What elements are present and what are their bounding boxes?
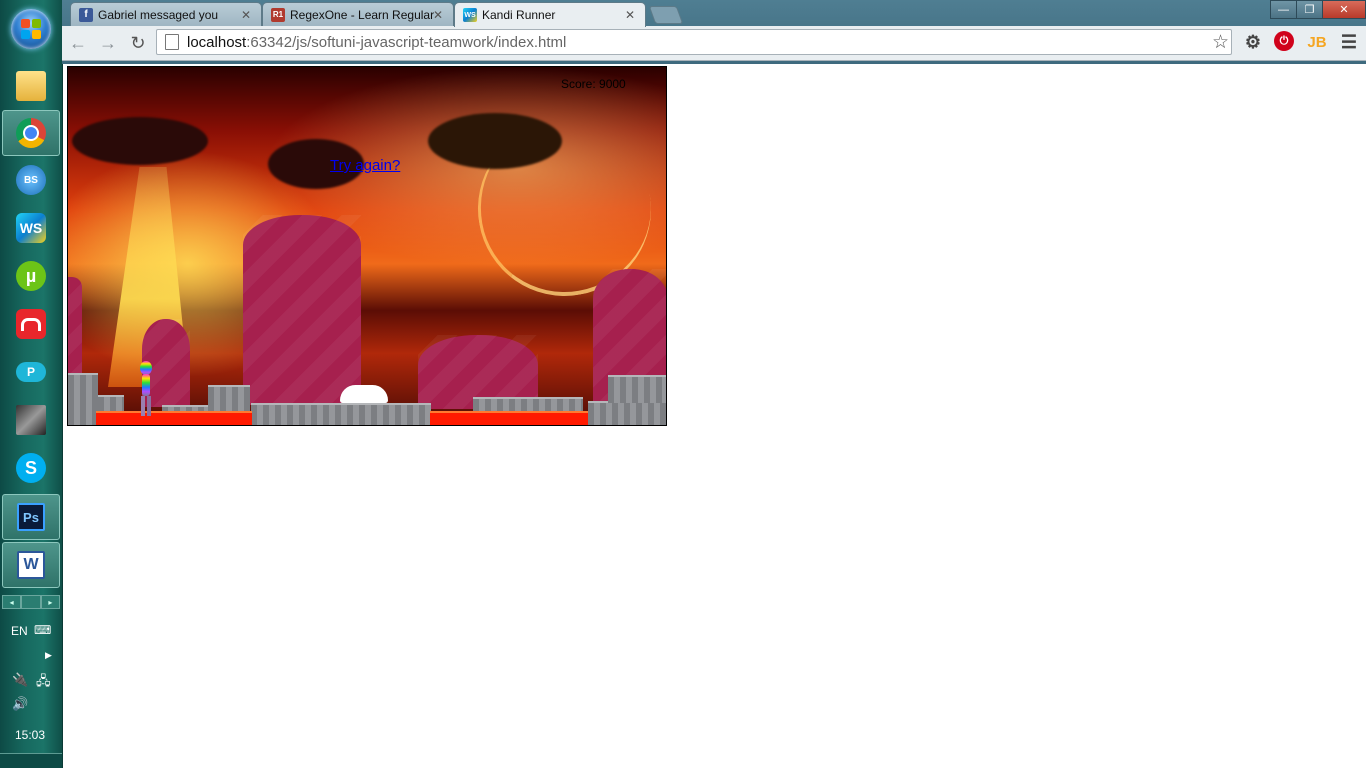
ground-platform [251,403,431,425]
back-arrow-icon[interactable]: ← [66,31,90,55]
tab-title: Kandi Runner [482,8,556,22]
start-button[interactable] [11,9,51,49]
tab-title: RegexOne - Learn Regular [290,7,435,22]
taskbar-app-red[interactable] [2,302,60,346]
taskbar-webstorm[interactable]: WS [2,206,60,250]
browser-window: f Gabriel messaged you ✕ R1 RegexOne - L… [62,0,1366,64]
ground-platform [588,401,666,425]
utorrent-icon: µ [16,261,46,291]
network-icon[interactable]: 🖧 [36,672,51,694]
bs-icon: BS [16,165,46,195]
minimize-button[interactable]: — [1270,0,1297,19]
show-hidden-icons-icon[interactable]: ▶ [45,650,52,661]
webstorm-icon: WS [463,8,477,22]
ground-platform [608,375,666,403]
dark-cloud [428,113,562,169]
lava-pool [430,411,588,425]
volume-icon[interactable]: 🔊 [12,696,28,712]
language-indicator[interactable]: EN [11,624,28,638]
keyboard-icon[interactable]: ⌨ [34,623,51,637]
taskbar-app-bs[interactable]: BS [2,158,60,202]
try-again-link[interactable]: Try again? [330,157,400,174]
facebook-icon: f [79,7,93,22]
game-canvas[interactable]: Score: 9000 Try again? [67,66,667,426]
folder-icon [16,71,46,101]
windows-taskbar: BS WS µ P S Ps W ◂ ▸ EN ⌨ ▶ 🔌 🖧 🔊 15:03 [0,0,63,768]
taskbar-google-chrome[interactable] [2,110,60,156]
chrome-icon [16,118,46,148]
page-icon [165,34,179,50]
power-icon[interactable]: 🔌 [12,672,28,688]
tab-kandi-runner[interactable]: WS Kandi Runner ✕ [454,2,646,27]
tab-title: Gabriel messaged you [98,7,219,22]
url-host: localhost [187,33,247,51]
clock[interactable]: 15:03 [15,728,45,742]
reload-icon[interactable]: ↻ [126,31,150,55]
score-label: Score: 9000 [561,77,626,91]
scroll-thumb[interactable] [21,595,41,609]
runner-character [140,361,152,416]
browser-toolbar: ← → ↻ localhost:63342/js/softuni-javascr… [62,26,1366,61]
taskbar-avatar-app[interactable] [2,398,60,442]
url-path: :63342/js/softuni-javascript-teamwork/in… [246,33,567,51]
tab-regexone[interactable]: R1 RegexOne - Learn Regular ✕ [262,2,454,26]
scroll-left-icon[interactable]: ◂ [2,595,22,609]
scroll-right-icon[interactable]: ▸ [40,595,60,609]
menu-icon[interactable]: ☰ [1338,31,1360,53]
new-tab-button[interactable] [648,6,684,24]
taskbar-skype[interactable]: S [2,446,60,490]
dark-cloud [72,117,208,165]
taskbar-windows-explorer[interactable] [2,64,60,108]
bookmark-star-icon[interactable]: ☆ [1212,31,1229,54]
photoshop-icon: Ps [17,503,45,531]
windows-logo-icon [21,19,41,39]
skype-icon: S [16,453,46,483]
close-tab-icon[interactable]: ✕ [241,8,251,22]
candy-pillar [243,215,361,405]
address-bar[interactable]: localhost:63342/js/softuni-javascript-te… [156,29,1232,55]
ground-platform [68,373,98,425]
adblock-icon[interactable]: ⏻ [1274,31,1294,51]
close-window-button[interactable]: ✕ [1322,0,1366,19]
webstorm-icon: WS [16,213,46,243]
regexone-icon: R1 [271,7,285,22]
taskbar-utorrent[interactable]: µ [2,254,60,298]
taskbar-app-cloud-p[interactable]: P [2,350,60,394]
word-icon: W [17,551,45,579]
red-app-icon [16,309,46,339]
taskbar-scroller[interactable]: ◂ ▸ [2,595,60,609]
taskbar-photoshop[interactable]: Ps [2,494,60,540]
close-tab-icon[interactable]: ✕ [433,8,443,22]
cloud-p-icon: P [16,362,46,382]
jetbrains-icon[interactable]: JB [1306,31,1328,53]
url-text[interactable]: localhost:63342/js/softuni-javascript-te… [187,34,566,51]
white-cloud [340,385,388,403]
tab-facebook[interactable]: f Gabriel messaged you ✕ [70,2,262,26]
taskbar-word[interactable]: W [2,542,60,588]
close-tab-icon[interactable]: ✕ [625,8,635,22]
ground-platform [208,385,250,411]
show-desktop-button[interactable] [0,753,62,768]
forward-arrow-icon[interactable]: → [96,31,120,55]
gear-icon[interactable]: ⚙ [1242,31,1264,53]
restore-button[interactable]: ❐ [1296,0,1323,19]
lava-pool [96,411,252,425]
avatar-icon [16,405,46,435]
